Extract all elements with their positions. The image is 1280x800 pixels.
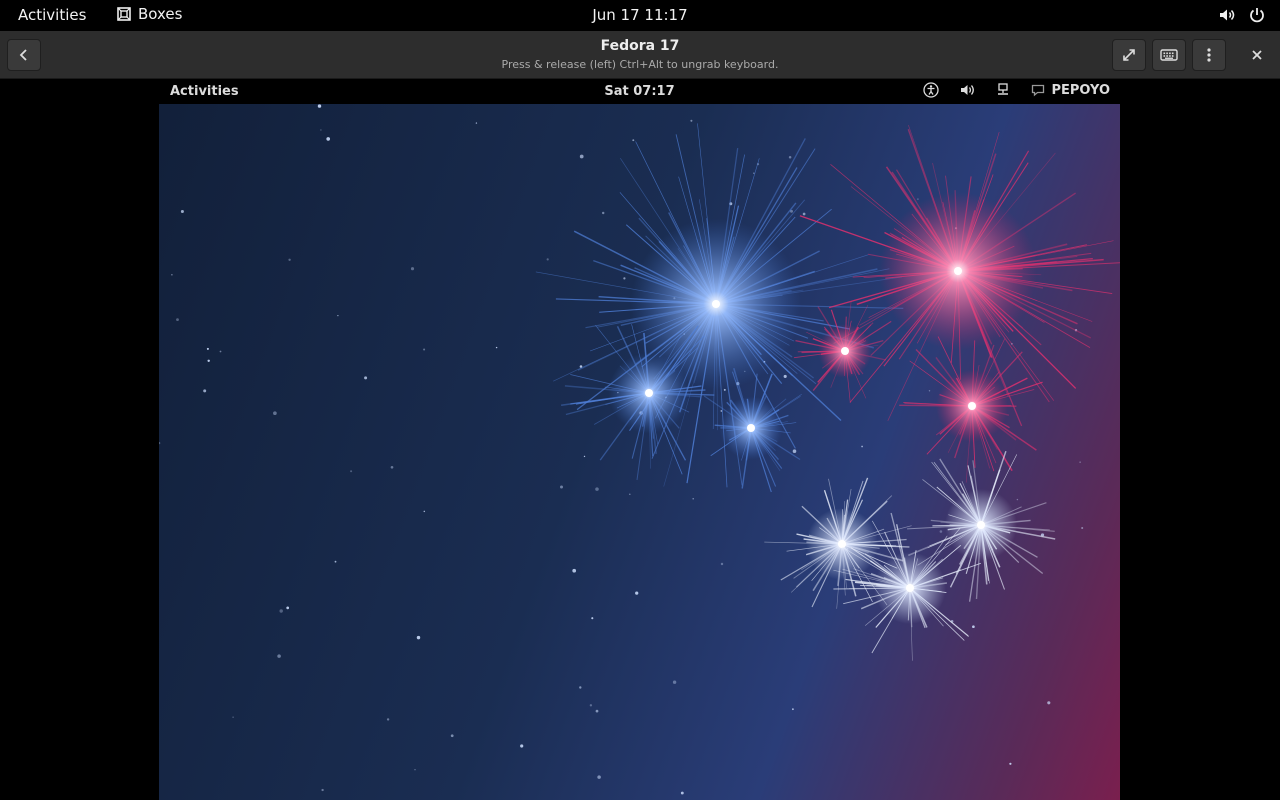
close-button[interactable]	[1240, 39, 1274, 71]
fullscreen-button[interactable]	[1112, 39, 1146, 71]
host-system-tray[interactable]	[1218, 6, 1266, 24]
guest-system-tray[interactable]: PEPOYO	[923, 82, 1110, 98]
host-app-menu[interactable]: Boxes	[116, 5, 182, 23]
menu-dots-icon	[1206, 47, 1212, 63]
desktop-wallpaper	[159, 104, 1120, 800]
vm-display[interactable]: Activities Sat 07:17 PEPOYO	[0, 79, 1280, 800]
network-icon[interactable]	[995, 82, 1011, 98]
close-icon	[1251, 49, 1263, 61]
power-icon[interactable]	[1248, 6, 1266, 24]
window-title: Fedora 17	[600, 38, 680, 54]
keyboard-button[interactable]	[1152, 39, 1186, 71]
guest-user-menu[interactable]: PEPOYO	[1031, 83, 1110, 98]
boxes-icon	[116, 6, 132, 22]
chat-icon	[1031, 83, 1045, 97]
back-button[interactable]	[7, 39, 41, 71]
host-top-bar: Activities Boxes Jun 17 11:17	[0, 0, 1280, 31]
host-app-name: Boxes	[138, 5, 183, 23]
guest-clock[interactable]: Sat 07:17	[604, 84, 674, 99]
volume-icon[interactable]	[1218, 6, 1236, 24]
guest-activities-button[interactable]: Activities	[170, 84, 239, 99]
guest-user-name: PEPOYO	[1051, 82, 1110, 98]
fullscreen-icon	[1121, 47, 1137, 63]
host-activities-button[interactable]: Activities	[18, 6, 86, 24]
accessibility-icon[interactable]	[923, 82, 940, 98]
boxes-header-bar: Fedora 17 Press & release (left) Ctrl+Al…	[0, 31, 1280, 79]
keyboard-icon	[1160, 48, 1178, 62]
back-arrow-icon	[17, 48, 31, 62]
volume-icon[interactable]	[959, 82, 975, 98]
window-subtitle: Press & release (left) Ctrl+Alt to ungra…	[501, 58, 779, 71]
menu-button[interactable]	[1192, 39, 1226, 71]
fireworks-illustration	[159, 104, 1120, 795]
guest-top-bar: Activities Sat 07:17 PEPOYO	[159, 79, 1120, 104]
host-clock[interactable]: Jun 17 11:17	[592, 6, 687, 24]
